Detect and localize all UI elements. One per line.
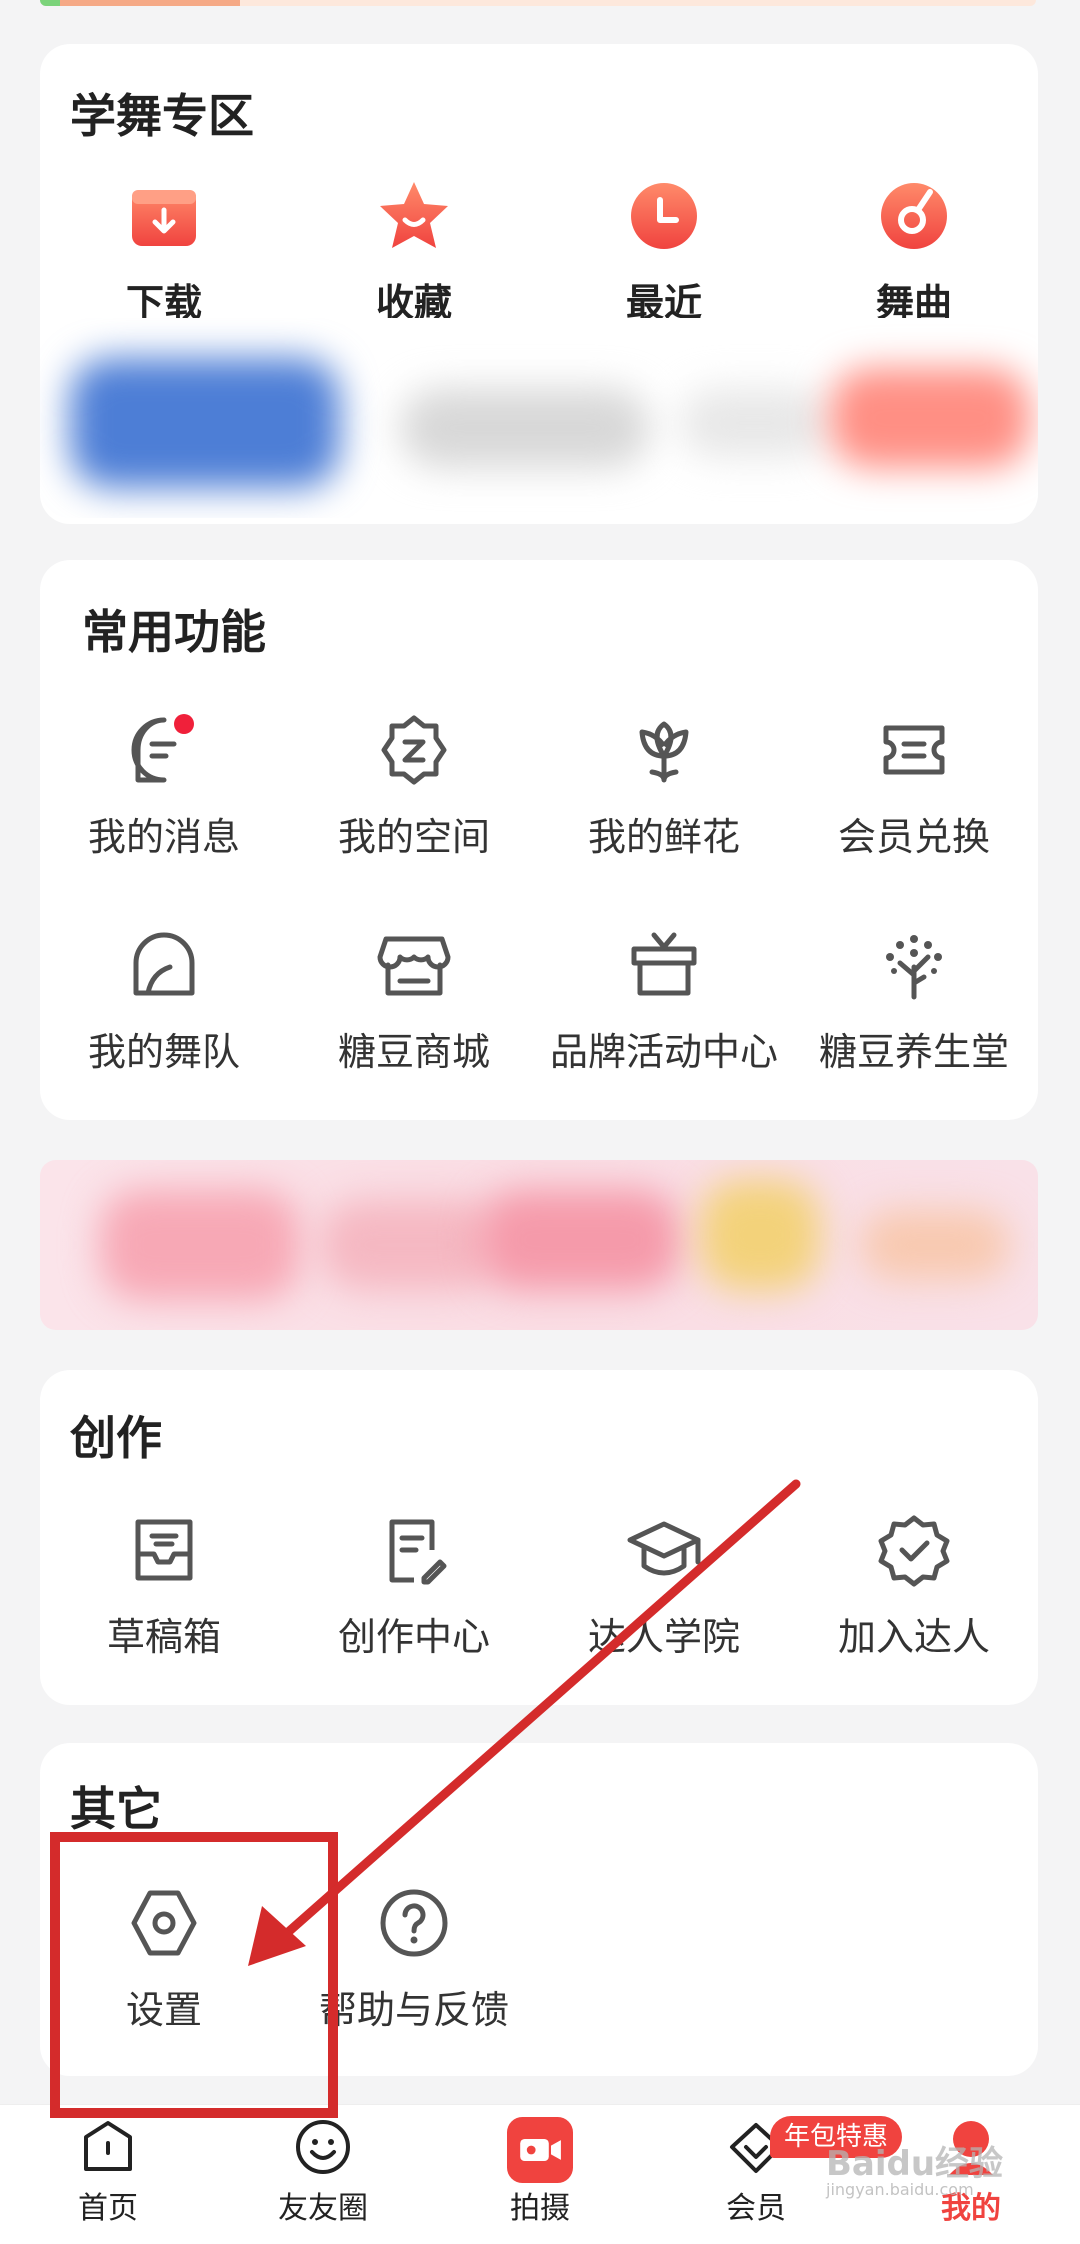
expert-academy-entry[interactable]: 达人学院 <box>539 1510 789 1661</box>
space-icon <box>381 715 447 785</box>
tab-vip-label: 会员 <box>726 2191 786 2226</box>
favorites-entry[interactable]: 收藏 <box>289 176 539 327</box>
tab-home-label: 首页 <box>78 2191 138 2226</box>
star-icon <box>380 182 448 248</box>
brand-events-entry[interactable]: 品牌活动中心 <box>539 925 789 1076</box>
tangdou-store-label: 糖豆商城 <box>337 1030 490 1074</box>
brand-events-label: 品牌活动中心 <box>549 1030 778 1074</box>
message-icon <box>131 714 194 783</box>
home-icon <box>84 2121 132 2171</box>
annotation-highlight-box <box>50 1832 338 2118</box>
clock-icon <box>631 183 697 249</box>
watermark: Baidu经验 <box>826 2144 1004 2184</box>
edit-doc-icon <box>389 1519 447 1585</box>
tab-home[interactable]: 首页 <box>38 2117 178 2227</box>
drafts-entry[interactable]: 草稿箱 <box>39 1510 289 1661</box>
watermark-url: jingyan.baidu.com <box>826 2180 974 2199</box>
help-icon <box>380 1889 448 1957</box>
music-entry[interactable]: 舞曲 <box>789 176 1039 327</box>
smile-icon <box>296 2120 350 2174</box>
common-functions-title: 常用功能 <box>82 605 266 659</box>
my-flowers-entry[interactable]: 我的鲜花 <box>539 710 789 861</box>
tangdou-store-entry[interactable]: 糖豆商城 <box>289 925 539 1076</box>
my-space-entry[interactable]: 我的空间 <box>289 710 539 861</box>
tab-shoot-label: 拍摄 <box>510 2191 570 2226</box>
vip-exchange-entry[interactable]: 会员兑换 <box>789 710 1039 861</box>
creation-center-label: 创作中心 <box>337 1615 490 1659</box>
drafts-label: 草稿箱 <box>106 1615 221 1659</box>
vip-exchange-label: 会员兑换 <box>837 815 990 859</box>
create-card: 创作 草稿箱 创作中心 达人学院 加入达人 <box>40 1370 1038 1705</box>
tab-friends[interactable]: 友友圈 <box>253 2117 393 2227</box>
store-icon <box>377 936 451 996</box>
health-hall-label: 糖豆养生堂 <box>818 1030 1009 1074</box>
flower-icon <box>639 721 689 783</box>
recent-entry[interactable]: 最近 <box>539 176 789 327</box>
tab-friends-label: 友友圈 <box>278 2191 368 2226</box>
join-expert-entry[interactable]: 加入达人 <box>789 1510 1039 1661</box>
ticket-icon <box>883 725 945 775</box>
my-team-entry[interactable]: 我的舞队 <box>39 925 289 1076</box>
download-icon <box>132 190 196 246</box>
team-icon <box>133 932 195 996</box>
top-banner-edge <box>40 0 1036 6</box>
verified-badge-icon <box>878 1515 950 1587</box>
dance-zone-title: 学舞专区 <box>70 89 254 143</box>
expert-academy-label: 达人学院 <box>587 1615 740 1659</box>
my-messages-label: 我的消息 <box>87 815 240 859</box>
graduation-cap-icon <box>627 1521 701 1576</box>
join-expert-label: 加入达人 <box>837 1615 990 1659</box>
my-team-label: 我的舞队 <box>87 1030 240 1074</box>
health-hall-entry[interactable]: 糖豆养生堂 <box>789 925 1039 1076</box>
draft-box-icon <box>135 1519 193 1581</box>
camera-icon <box>507 2117 573 2183</box>
promo-banner-blurred[interactable] <box>40 318 1038 518</box>
my-flowers-label: 我的鲜花 <box>587 815 740 859</box>
tab-shoot[interactable]: 拍摄 <box>470 2117 610 2227</box>
activity-banner-blurred[interactable] <box>40 1160 1038 1330</box>
common-functions-card: 常用功能 我的消息 我的空间 我的鲜花 会员兑换 我的舞队 糖豆商城 品牌活动中… <box>40 560 1038 1120</box>
my-messages-entry[interactable]: 我的消息 <box>39 710 289 861</box>
other-title: 其它 <box>70 1782 162 1836</box>
creation-center-entry[interactable]: 创作中心 <box>289 1510 539 1661</box>
download-entry[interactable]: 下载 <box>39 176 289 327</box>
gift-icon <box>631 932 697 996</box>
tree-icon <box>886 935 942 1000</box>
create-title: 创作 <box>70 1411 162 1465</box>
my-space-label: 我的空间 <box>337 815 490 859</box>
music-disc-icon <box>881 183 947 249</box>
